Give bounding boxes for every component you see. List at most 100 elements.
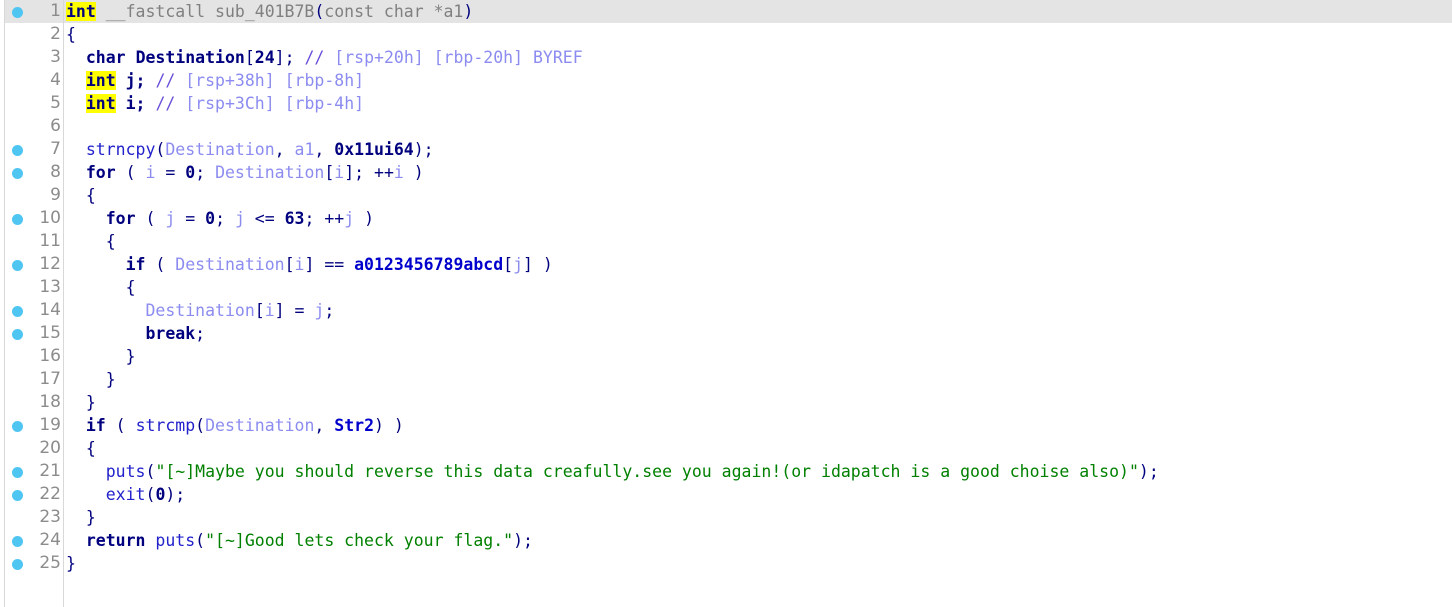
code-token: if [85, 416, 106, 435]
breakpoint-dot-icon[interactable] [5, 529, 31, 552]
code-line[interactable]: 12 if ( Destination[i] == a0123456789abc… [5, 253, 1452, 276]
code-token: 0 [155, 485, 166, 504]
breakpoint-dot-icon[interactable] [5, 414, 31, 437]
code-token: char [85, 48, 126, 67]
breakpoint-dot-icon[interactable] [5, 322, 31, 345]
breakpoint-slot-empty[interactable] [5, 506, 31, 529]
line-source-text[interactable]: } [61, 345, 1452, 368]
line-source-text[interactable]: if ( strcmp(Destination, Str2) ) [61, 414, 1452, 437]
code-area[interactable]: 1 int __fastcall sub_401B7B(const char *a… [5, 0, 1452, 607]
breakpoint-dot-icon[interactable] [5, 207, 31, 230]
line-source-text[interactable]: exit(0); [61, 483, 1452, 506]
line-source-text[interactable]: { [61, 23, 1452, 46]
breakpoint-dot-icon[interactable] [5, 253, 31, 276]
breakpoint-dot-icon[interactable] [5, 0, 31, 23]
breakpoint-slot-empty[interactable] [5, 92, 31, 115]
code-token: ; ++ [304, 209, 345, 228]
breakpoint-slot-empty[interactable] [5, 230, 31, 253]
code-line[interactable]: 23 } [5, 506, 1452, 529]
code-line[interactable]: 10 for ( j = 0; j <= 63; ++j ) [5, 207, 1452, 230]
line-source-text[interactable]: int __fastcall sub_401B7B(const char *a1… [61, 0, 1452, 23]
breakpoint-slot-empty[interactable] [5, 276, 31, 299]
line-source-text[interactable]: } [61, 368, 1452, 391]
breakpoint-slot-empty[interactable] [5, 437, 31, 460]
line-source-text[interactable]: for ( i = 0; Destination[i]; ++i ) [61, 161, 1452, 184]
code-line[interactable]: 15 break; [5, 322, 1452, 345]
code-line[interactable]: 18 } [5, 391, 1452, 414]
code-token: "[~]Maybe you should reverse this data c… [155, 462, 1139, 481]
code-line[interactable]: 6 [5, 115, 1452, 138]
line-source-text[interactable]: char Destination[24]; // [rsp+20h] [rbp-… [61, 46, 1452, 69]
code-line[interactable]: 14 Destination[i] = j; [5, 299, 1452, 322]
code-token: Destination [145, 301, 255, 320]
code-line[interactable]: 21 puts("[~]Maybe you should reverse thi… [5, 460, 1452, 483]
code-token: ) [463, 2, 474, 21]
code-line[interactable]: 8 for ( i = 0; Destination[i]; ++i ) [5, 161, 1452, 184]
code-token: ) [403, 163, 424, 182]
line-number: 25 [39, 553, 61, 573]
breakpoint-slot-empty[interactable] [5, 23, 31, 46]
code-line[interactable]: 20 { [5, 437, 1452, 460]
code-line[interactable]: 7 strncpy(Destination, a1, 0x11ui64); [5, 138, 1452, 161]
line-number: 16 [39, 346, 61, 366]
breakpoint-dot-glyph [12, 467, 23, 478]
line-source-text[interactable]: Destination[i] = j; [61, 299, 1452, 322]
breakpoint-dot-icon[interactable] [5, 483, 31, 506]
code-line[interactable]: 25} [5, 552, 1452, 575]
line-source-text[interactable]: puts("[~]Maybe you should reverse this d… [61, 460, 1452, 483]
breakpoint-slot-empty[interactable] [5, 368, 31, 391]
breakpoint-slot-empty[interactable] [5, 345, 31, 368]
line-source-text[interactable]: int i; // [rsp+3Ch] [rbp-4h] [61, 92, 1452, 115]
code-line[interactable]: 16 } [5, 345, 1452, 368]
code-line[interactable]: 3 char Destination[24]; // [rsp+20h] [rb… [5, 46, 1452, 69]
code-token: j [344, 209, 355, 228]
line-source-text[interactable]: { [61, 230, 1452, 253]
line-source-text[interactable]: } [61, 506, 1452, 529]
breakpoint-dot-icon[interactable] [5, 552, 31, 575]
code-line[interactable]: 1 int __fastcall sub_401B7B(const char *a… [5, 0, 1452, 23]
code-line[interactable]: 9 { [5, 184, 1452, 207]
breakpoint-slot-empty[interactable] [5, 46, 31, 69]
breakpoint-slot-empty[interactable] [5, 115, 31, 138]
code-line[interactable]: 13 { [5, 276, 1452, 299]
breakpoint-dot-icon[interactable] [5, 460, 31, 483]
code-line[interactable]: 5 int i; // [rsp+3Ch] [rbp-4h] [5, 92, 1452, 115]
code-line[interactable]: 19 if ( strcmp(Destination, Str2) ) [5, 414, 1452, 437]
line-source-text[interactable]: return puts("[~]Good lets check your fla… [61, 529, 1452, 552]
breakpoint-dot-glyph [12, 421, 23, 432]
line-source-text[interactable]: } [61, 391, 1452, 414]
code-line[interactable]: 24 return puts("[~]Good lets check your … [5, 529, 1452, 552]
code-line[interactable]: 11 { [5, 230, 1452, 253]
line-source-text[interactable]: break; [61, 322, 1452, 345]
breakpoint-dot-icon[interactable] [5, 138, 31, 161]
code-line[interactable]: 22 exit(0); [5, 483, 1452, 506]
code-token: puts [155, 531, 196, 550]
line-source-text[interactable]: if ( Destination[i] == a0123456789abcd[j… [61, 253, 1452, 276]
line-source-text[interactable]: strncpy(Destination, a1, 0x11ui64); [61, 138, 1452, 161]
line-source-text[interactable]: } [61, 552, 1452, 575]
line-source-text[interactable]: { [61, 276, 1452, 299]
gutter-divider [63, 0, 64, 607]
code-token: strcmp [135, 416, 196, 435]
breakpoint-dot-icon[interactable] [5, 299, 31, 322]
breakpoint-slot-empty[interactable] [5, 391, 31, 414]
breakpoint-slot-empty[interactable] [5, 184, 31, 207]
line-source-text[interactable]: for ( j = 0; j <= 63; ++j ) [61, 207, 1452, 230]
line-number: 3 [50, 47, 61, 67]
line-source-text[interactable]: { [61, 184, 1452, 207]
breakpoint-dot-icon[interactable] [5, 161, 31, 184]
code-line[interactable]: 4 int j; // [rsp+38h] [rbp-8h] [5, 69, 1452, 92]
code-line[interactable]: 2{ [5, 23, 1452, 46]
line-source-text[interactable]: { [61, 437, 1452, 460]
code-token: // [304, 48, 325, 67]
breakpoint-slot-empty[interactable] [5, 69, 31, 92]
code-token: i [294, 255, 305, 274]
line-source-text[interactable]: int j; // [rsp+38h] [rbp-8h] [61, 69, 1452, 92]
code-line[interactable]: 17 } [5, 368, 1452, 391]
